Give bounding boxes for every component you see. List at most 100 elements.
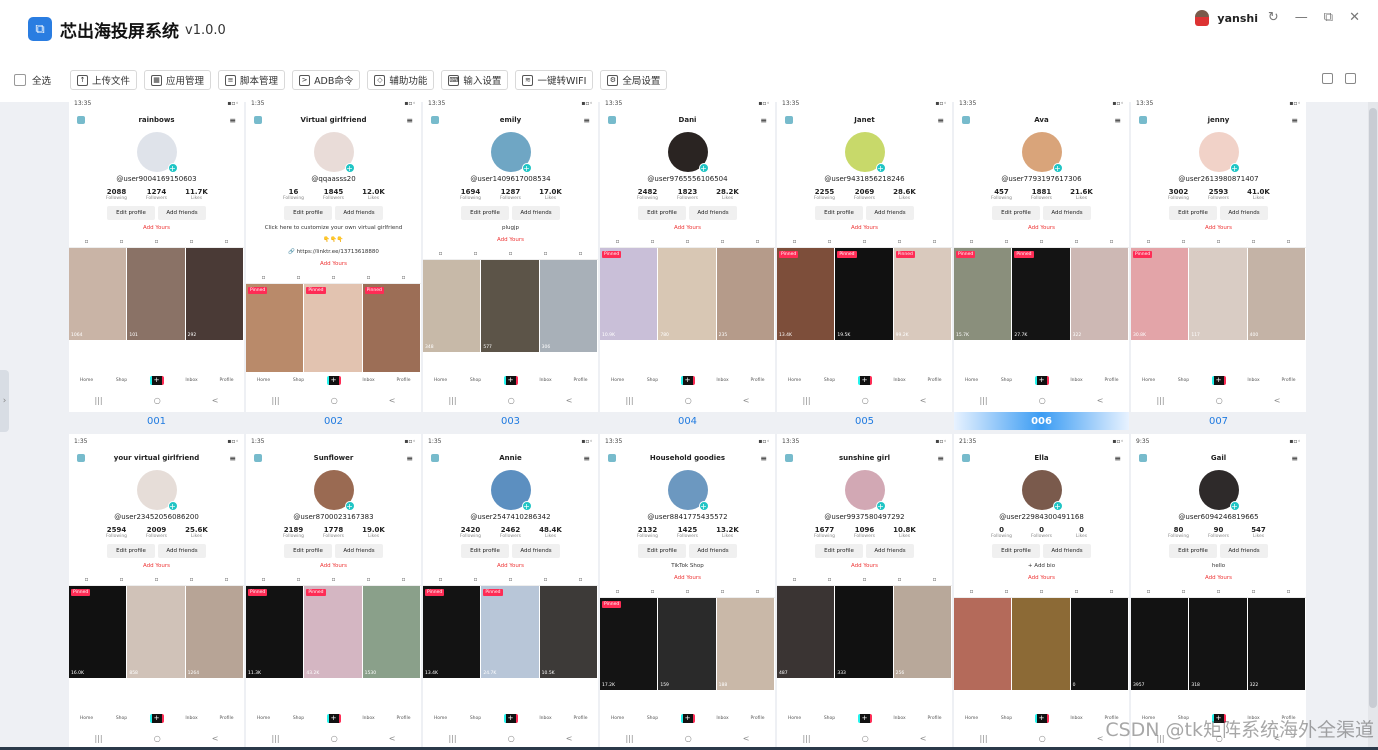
video-thumbnail[interactable]: Pinned 19.5K — [835, 248, 893, 340]
add-friends-button[interactable]: Add friends — [512, 544, 560, 558]
phone-screen[interactable]: 9:35 ▪▫◦ Gail ≡ + @user6094246819665 80 Followi… — [1131, 434, 1306, 750]
repost-icon[interactable]: ▫ — [862, 576, 866, 585]
add-friends-button[interactable]: Add friends — [335, 544, 383, 558]
lock-icon[interactable]: ▫ — [1004, 588, 1008, 597]
add-avatar-icon[interactable]: + — [1229, 163, 1240, 173]
recents-button[interactable]: ||| — [980, 734, 988, 743]
create-icon[interactable]: + — [1034, 375, 1049, 385]
stat-followers[interactable]: 1425 Followers — [675, 526, 701, 539]
menu-icon[interactable]: ≡ — [937, 454, 944, 463]
lock-icon[interactable]: ▫ — [473, 250, 477, 259]
stat-likes[interactable]: 28.6K Likes — [892, 188, 918, 201]
nav-inbox[interactable]: Inbox — [890, 716, 910, 721]
phone-screen[interactable]: 1:35 ▪▫◦ Annie ≡ + @user2547410286342 2420 Foll… — [423, 434, 598, 750]
add-yours-link[interactable]: Add Yours — [600, 574, 775, 582]
minimize-button[interactable]: — — [1295, 10, 1308, 25]
add-friends-button[interactable]: Add friends — [1220, 544, 1268, 558]
profile-name[interactable]: Sunflower — [314, 454, 354, 462]
home-button[interactable]: ○ — [508, 396, 515, 405]
phone-screen[interactable]: 1:35 ▪▫◦ your virtual girlfriend ≡ + @user234… — [69, 434, 244, 750]
nav-shop[interactable]: Shop — [112, 716, 132, 721]
edit-profile-button[interactable]: Edit profile — [815, 544, 863, 558]
video-thumbnail[interactable]: 1530 — [362, 586, 420, 678]
video-thumbnail[interactable]: Pinned 10.9K — [600, 248, 658, 340]
create-icon[interactable]: + — [857, 375, 872, 385]
menu-icon[interactable]: ≡ — [583, 116, 590, 125]
profile-avatar[interactable]: + — [1198, 470, 1240, 511]
lock-icon[interactable]: ▫ — [119, 238, 123, 247]
device-label[interactable]: 001 — [69, 412, 244, 430]
video-thumbnail[interactable]: 322 — [1247, 598, 1305, 690]
back-button[interactable]: < — [389, 396, 396, 405]
menu-icon[interactable]: ≡ — [760, 454, 767, 463]
stat-likes[interactable]: 28.2K Likes — [715, 188, 741, 201]
repost-icon[interactable]: ▫ — [154, 576, 158, 585]
grid-icon[interactable]: ▫ — [792, 576, 796, 585]
lock-icon[interactable]: ▫ — [296, 576, 300, 585]
grid-icon[interactable]: ▫ — [969, 238, 973, 247]
add-friends-button[interactable]: Add friends — [866, 206, 914, 220]
stat-likes[interactable]: 48.4K Likes — [538, 526, 564, 539]
video-thumbnail[interactable]: 306 — [539, 260, 597, 352]
create-icon[interactable]: + — [326, 713, 341, 723]
layout-icon[interactable] — [1322, 73, 1333, 84]
favorites-icon[interactable]: ▫ — [720, 588, 724, 597]
nav-shop[interactable]: Shop — [643, 378, 663, 383]
stat-followers[interactable]: 1823 Followers — [675, 188, 701, 201]
nav-inbox[interactable]: Inbox — [713, 378, 733, 383]
video-thumbnail[interactable]: 101 — [127, 248, 185, 340]
back-button[interactable]: < — [1097, 734, 1104, 743]
lock-icon[interactable]: ▫ — [827, 238, 831, 247]
lock-icon[interactable]: ▫ — [473, 576, 477, 585]
nav-profile[interactable]: Profile — [748, 378, 768, 383]
close-button[interactable]: ✕ — [1349, 10, 1360, 25]
phone-screen[interactable]: 1:35 ▪▫◦ Virtual girlfriend ≡ + @qqaasss20 16 F… — [246, 96, 421, 412]
add-yours-link[interactable]: Add Yours — [954, 574, 1129, 582]
back-button[interactable]: < — [389, 734, 396, 743]
create-icon[interactable]: + — [857, 713, 872, 723]
profile-avatar[interactable]: + — [844, 132, 886, 173]
create-icon[interactable]: + — [1034, 713, 1049, 723]
nav-home[interactable]: Home — [77, 378, 97, 383]
image-icon[interactable] — [1345, 73, 1356, 84]
nav-inbox[interactable]: Inbox — [182, 716, 202, 721]
nav-inbox[interactable]: Inbox — [536, 716, 556, 721]
lock-icon[interactable]: ▫ — [119, 576, 123, 585]
menu-icon[interactable]: ≡ — [406, 116, 413, 125]
grid-icon[interactable]: ▫ — [261, 274, 265, 283]
profile-avatar[interactable]: + — [1021, 132, 1063, 173]
phone-screen[interactable]: 21:35 ▪▫◦ Ella ≡ + @user22984300491168 0 Follow… — [954, 434, 1129, 750]
nav-shop[interactable]: Shop — [289, 716, 309, 721]
edit-profile-button[interactable]: Edit profile — [815, 206, 863, 220]
recents-button[interactable]: ||| — [95, 734, 103, 743]
menu-icon[interactable]: ≡ — [583, 454, 590, 463]
repost-icon[interactable]: ▫ — [685, 588, 689, 597]
nav-create[interactable]: + — [1209, 375, 1229, 385]
back-button[interactable]: < — [1097, 396, 1104, 405]
video-thumbnail[interactable]: Pinned 24.7K — [481, 586, 539, 678]
favorites-icon[interactable]: ▫ — [543, 250, 547, 259]
favorites-icon[interactable]: ▫ — [366, 274, 370, 283]
back-button[interactable]: < — [920, 396, 927, 405]
device-label[interactable]: 006 — [954, 412, 1129, 430]
video-thumbnail[interactable]: 188 — [716, 598, 774, 690]
nav-profile[interactable]: Profile — [571, 378, 591, 383]
add-yours-link[interactable]: Add Yours — [69, 224, 244, 232]
lock-icon[interactable]: ▫ — [1181, 588, 1185, 597]
nav-home[interactable]: Home — [608, 378, 628, 383]
nav-create[interactable]: + — [501, 713, 521, 723]
home-button[interactable]: ○ — [862, 734, 869, 743]
repost-icon[interactable]: ▫ — [1216, 588, 1220, 597]
scrollbar-thumb[interactable] — [1369, 108, 1377, 708]
add-yours-link[interactable]: Add Yours — [423, 236, 598, 244]
home-button[interactable]: ○ — [331, 734, 338, 743]
add-avatar-icon[interactable]: + — [521, 163, 532, 173]
stat-likes[interactable]: 25.6K Likes — [184, 526, 210, 539]
stat-following[interactable]: 1677 Following — [812, 526, 838, 539]
nav-create[interactable]: + — [501, 375, 521, 385]
video-thumbnail[interactable]: Pinned 11.3K — [246, 586, 304, 678]
home-button[interactable]: ○ — [1216, 396, 1223, 405]
grid-icon[interactable]: ▫ — [615, 238, 619, 247]
stat-followers[interactable]: 2009 Followers — [144, 526, 170, 539]
video-thumbnail[interactable]: Pinned 30.8K — [1131, 248, 1189, 340]
